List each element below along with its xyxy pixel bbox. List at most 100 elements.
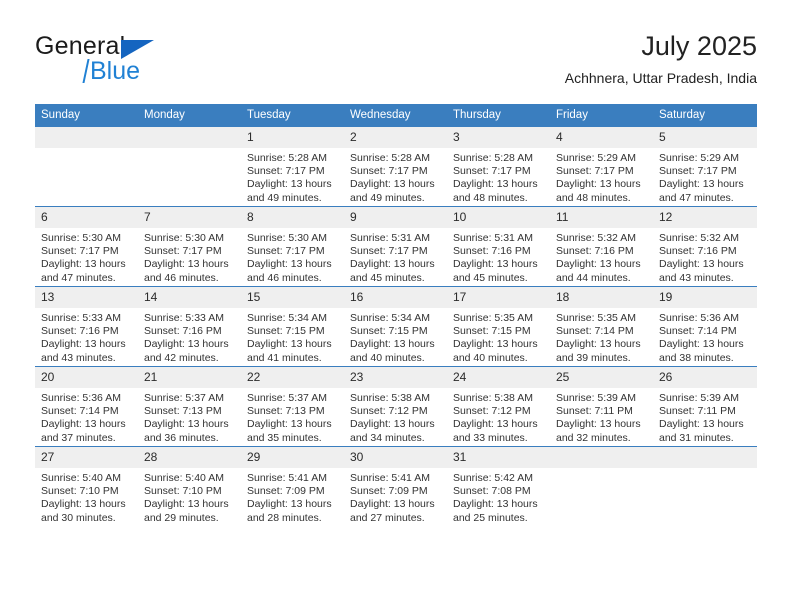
daylight-text: Daylight: 13 hours and 48 minutes. xyxy=(453,178,538,204)
sunset-text: Sunset: 7:17 PM xyxy=(350,165,428,178)
calendar-week-row: 27 Sunrise: 5:40 AM Sunset: 7:10 PM Dayligh… xyxy=(35,446,757,527)
calendar-cell-day[interactable]: 6 Sunrise: 5:30 AM Sunset: 7:17 PM Daylight… xyxy=(35,206,138,287)
day-details: Sunrise: 5:33 AM Sunset: 7:16 PM Daylight:… xyxy=(35,308,138,365)
logo-slash-icon xyxy=(82,59,90,83)
day-details: Sunrise: 5:34 AM Sunset: 7:15 PM Daylight:… xyxy=(344,308,447,365)
day-details: Sunrise: 5:37 AM Sunset: 7:13 PM Daylight:… xyxy=(138,388,241,445)
calendar-cell-day[interactable]: 1 Sunrise: 5:28 AM Sunset: 7:17 PM Daylight… xyxy=(241,126,344,207)
calendar-cell-day[interactable]: 3 Sunrise: 5:28 AM Sunset: 7:17 PM Daylight… xyxy=(447,126,550,207)
calendar-cell-day[interactable]: 18 Sunrise: 5:35 AM Sunset: 7:14 PM Dayligh… xyxy=(550,286,653,367)
day-details: Sunrise: 5:36 AM Sunset: 7:14 PM Daylight:… xyxy=(35,388,138,445)
weekday-header-wednesday: Wednesday xyxy=(344,104,447,127)
day-number: 9 xyxy=(344,207,447,228)
calendar-cell-day[interactable]: 19 Sunrise: 5:36 AM Sunset: 7:14 PM Dayligh… xyxy=(653,286,757,367)
sunset-text: Sunset: 7:16 PM xyxy=(659,245,737,258)
calendar-cell-day[interactable]: 16 Sunrise: 5:34 AM Sunset: 7:15 PM Dayligh… xyxy=(344,286,447,367)
calendar-cell-day[interactable]: 2 Sunrise: 5:28 AM Sunset: 7:17 PM Daylight… xyxy=(344,126,447,207)
daylight-text: Daylight: 13 hours and 34 minutes. xyxy=(350,418,435,444)
sunrise-text: Sunrise: 5:29 AM xyxy=(659,152,739,164)
calendar-week-row: 1 Sunrise: 5:28 AM Sunset: 7:17 PM Daylight… xyxy=(35,126,757,207)
daylight-text: Daylight: 13 hours and 42 minutes. xyxy=(144,338,229,364)
sunrise-text: Sunrise: 5:34 AM xyxy=(247,312,327,324)
sunrise-text: Sunrise: 5:33 AM xyxy=(41,312,121,324)
sunset-text: Sunset: 7:12 PM xyxy=(350,405,428,418)
sunset-text: Sunset: 7:08 PM xyxy=(453,485,531,498)
daylight-text: Daylight: 13 hours and 44 minutes. xyxy=(556,258,641,284)
sunset-text: Sunset: 7:16 PM xyxy=(144,325,222,338)
day-number: 10 xyxy=(447,207,550,228)
day-details: Sunrise: 5:28 AM Sunset: 7:17 PM Daylight:… xyxy=(241,148,344,205)
sunset-text: Sunset: 7:09 PM xyxy=(247,485,325,498)
calendar-cell-day[interactable]: 23 Sunrise: 5:38 AM Sunset: 7:12 PM Dayligh… xyxy=(344,366,447,447)
daylight-text: Daylight: 13 hours and 32 minutes. xyxy=(556,418,641,444)
sunrise-text: Sunrise: 5:35 AM xyxy=(453,312,533,324)
sunrise-text: Sunrise: 5:32 AM xyxy=(659,232,739,244)
calendar-cell-day[interactable]: 13 Sunrise: 5:33 AM Sunset: 7:16 PM Dayligh… xyxy=(35,286,138,367)
day-details: Sunrise: 5:31 AM Sunset: 7:17 PM Daylight:… xyxy=(344,228,447,285)
calendar-cell-day[interactable]: 22 Sunrise: 5:37 AM Sunset: 7:13 PM Dayligh… xyxy=(241,366,344,447)
daylight-text: Daylight: 13 hours and 45 minutes. xyxy=(350,258,435,284)
weekday-header-monday: Monday xyxy=(138,104,241,127)
sunset-text: Sunset: 7:14 PM xyxy=(41,405,119,418)
day-details: Sunrise: 5:39 AM Sunset: 7:11 PM Daylight:… xyxy=(653,388,757,445)
calendar-cell-day[interactable]: 9 Sunrise: 5:31 AM Sunset: 7:17 PM Daylight… xyxy=(344,206,447,287)
sunset-text: Sunset: 7:16 PM xyxy=(556,245,634,258)
day-number: 21 xyxy=(138,367,241,388)
calendar-cell-day[interactable]: 12 Sunrise: 5:32 AM Sunset: 7:16 PM Dayligh… xyxy=(653,206,757,287)
calendar-cell-day[interactable]: 15 Sunrise: 5:34 AM Sunset: 7:15 PM Dayligh… xyxy=(241,286,344,367)
day-number: 22 xyxy=(241,367,344,388)
daylight-text: Daylight: 13 hours and 27 minutes. xyxy=(350,498,435,524)
sunset-text: Sunset: 7:13 PM xyxy=(247,405,325,418)
day-number: 2 xyxy=(344,127,447,148)
day-details: Sunrise: 5:38 AM Sunset: 7:12 PM Daylight:… xyxy=(447,388,550,445)
calendar-cell-empty xyxy=(653,446,757,527)
day-details: Sunrise: 5:32 AM Sunset: 7:16 PM Daylight:… xyxy=(550,228,653,285)
calendar-cell-day[interactable]: 24 Sunrise: 5:38 AM Sunset: 7:12 PM Dayligh… xyxy=(447,366,550,447)
sunset-text: Sunset: 7:09 PM xyxy=(350,485,428,498)
sunrise-text: Sunrise: 5:40 AM xyxy=(144,472,224,484)
calendar-cell-day[interactable]: 28 Sunrise: 5:40 AM Sunset: 7:10 PM Dayligh… xyxy=(138,446,241,527)
sunset-text: Sunset: 7:11 PM xyxy=(659,405,736,418)
sunrise-text: Sunrise: 5:39 AM xyxy=(556,392,636,404)
sunrise-text: Sunrise: 5:41 AM xyxy=(247,472,327,484)
sunset-text: Sunset: 7:17 PM xyxy=(247,165,325,178)
sunrise-text: Sunrise: 5:31 AM xyxy=(350,232,430,244)
calendar-grid: Sunday Monday Tuesday Wednesday Thursday… xyxy=(35,104,757,527)
day-details: Sunrise: 5:36 AM Sunset: 7:14 PM Daylight:… xyxy=(653,308,757,365)
calendar-cell-day[interactable]: 31 Sunrise: 5:42 AM Sunset: 7:08 PM Dayligh… xyxy=(447,446,550,527)
sunset-text: Sunset: 7:17 PM xyxy=(350,245,428,258)
calendar-cell-day[interactable]: 8 Sunrise: 5:30 AM Sunset: 7:17 PM Daylight… xyxy=(241,206,344,287)
calendar-cell-day[interactable]: 27 Sunrise: 5:40 AM Sunset: 7:10 PM Dayligh… xyxy=(35,446,138,527)
logo-text-blue: Blue xyxy=(90,57,141,85)
day-number: 23 xyxy=(344,367,447,388)
sunrise-text: Sunrise: 5:31 AM xyxy=(453,232,533,244)
sunset-text: Sunset: 7:15 PM xyxy=(350,325,428,338)
day-number: 6 xyxy=(35,207,138,228)
calendar-cell-day[interactable]: 26 Sunrise: 5:39 AM Sunset: 7:11 PM Dayligh… xyxy=(653,366,757,447)
day-number: 13 xyxy=(35,287,138,308)
calendar-cell-day[interactable]: 25 Sunrise: 5:39 AM Sunset: 7:11 PM Dayligh… xyxy=(550,366,653,447)
calendar-cell-day[interactable]: 11 Sunrise: 5:32 AM Sunset: 7:16 PM Dayligh… xyxy=(550,206,653,287)
calendar-cell-day[interactable]: 29 Sunrise: 5:41 AM Sunset: 7:09 PM Dayligh… xyxy=(241,446,344,527)
sunrise-text: Sunrise: 5:36 AM xyxy=(41,392,121,404)
calendar-cell-empty xyxy=(35,126,138,207)
calendar-cell-day[interactable]: 10 Sunrise: 5:31 AM Sunset: 7:16 PM Dayligh… xyxy=(447,206,550,287)
calendar-cell-day[interactable]: 20 Sunrise: 5:36 AM Sunset: 7:14 PM Dayligh… xyxy=(35,366,138,447)
calendar-cell-day[interactable]: 5 Sunrise: 5:29 AM Sunset: 7:17 PM Daylight… xyxy=(653,126,757,207)
weekday-header-tuesday: Tuesday xyxy=(241,104,344,127)
calendar-cell-day[interactable]: 4 Sunrise: 5:29 AM Sunset: 7:17 PM Daylight… xyxy=(550,126,653,207)
calendar-cell-day[interactable]: 17 Sunrise: 5:35 AM Sunset: 7:15 PM Dayligh… xyxy=(447,286,550,367)
day-number xyxy=(138,127,241,148)
calendar-week-row: 20 Sunrise: 5:36 AM Sunset: 7:14 PM Dayligh… xyxy=(35,366,757,447)
day-details: Sunrise: 5:29 AM Sunset: 7:17 PM Daylight:… xyxy=(550,148,653,205)
daylight-text: Daylight: 13 hours and 33 minutes. xyxy=(453,418,538,444)
calendar-cell-day[interactable]: 21 Sunrise: 5:37 AM Sunset: 7:13 PM Dayligh… xyxy=(138,366,241,447)
weekday-header-friday: Friday xyxy=(550,104,653,127)
calendar-cell-day[interactable]: 7 Sunrise: 5:30 AM Sunset: 7:17 PM Daylight… xyxy=(138,206,241,287)
calendar-cell-day[interactable]: 14 Sunrise: 5:33 AM Sunset: 7:16 PM Dayligh… xyxy=(138,286,241,367)
daylight-text: Daylight: 13 hours and 40 minutes. xyxy=(453,338,538,364)
calendar-cell-day[interactable]: 30 Sunrise: 5:41 AM Sunset: 7:09 PM Dayligh… xyxy=(344,446,447,527)
sunset-text: Sunset: 7:16 PM xyxy=(453,245,531,258)
daylight-text: Daylight: 13 hours and 45 minutes. xyxy=(453,258,538,284)
day-number: 30 xyxy=(344,447,447,468)
